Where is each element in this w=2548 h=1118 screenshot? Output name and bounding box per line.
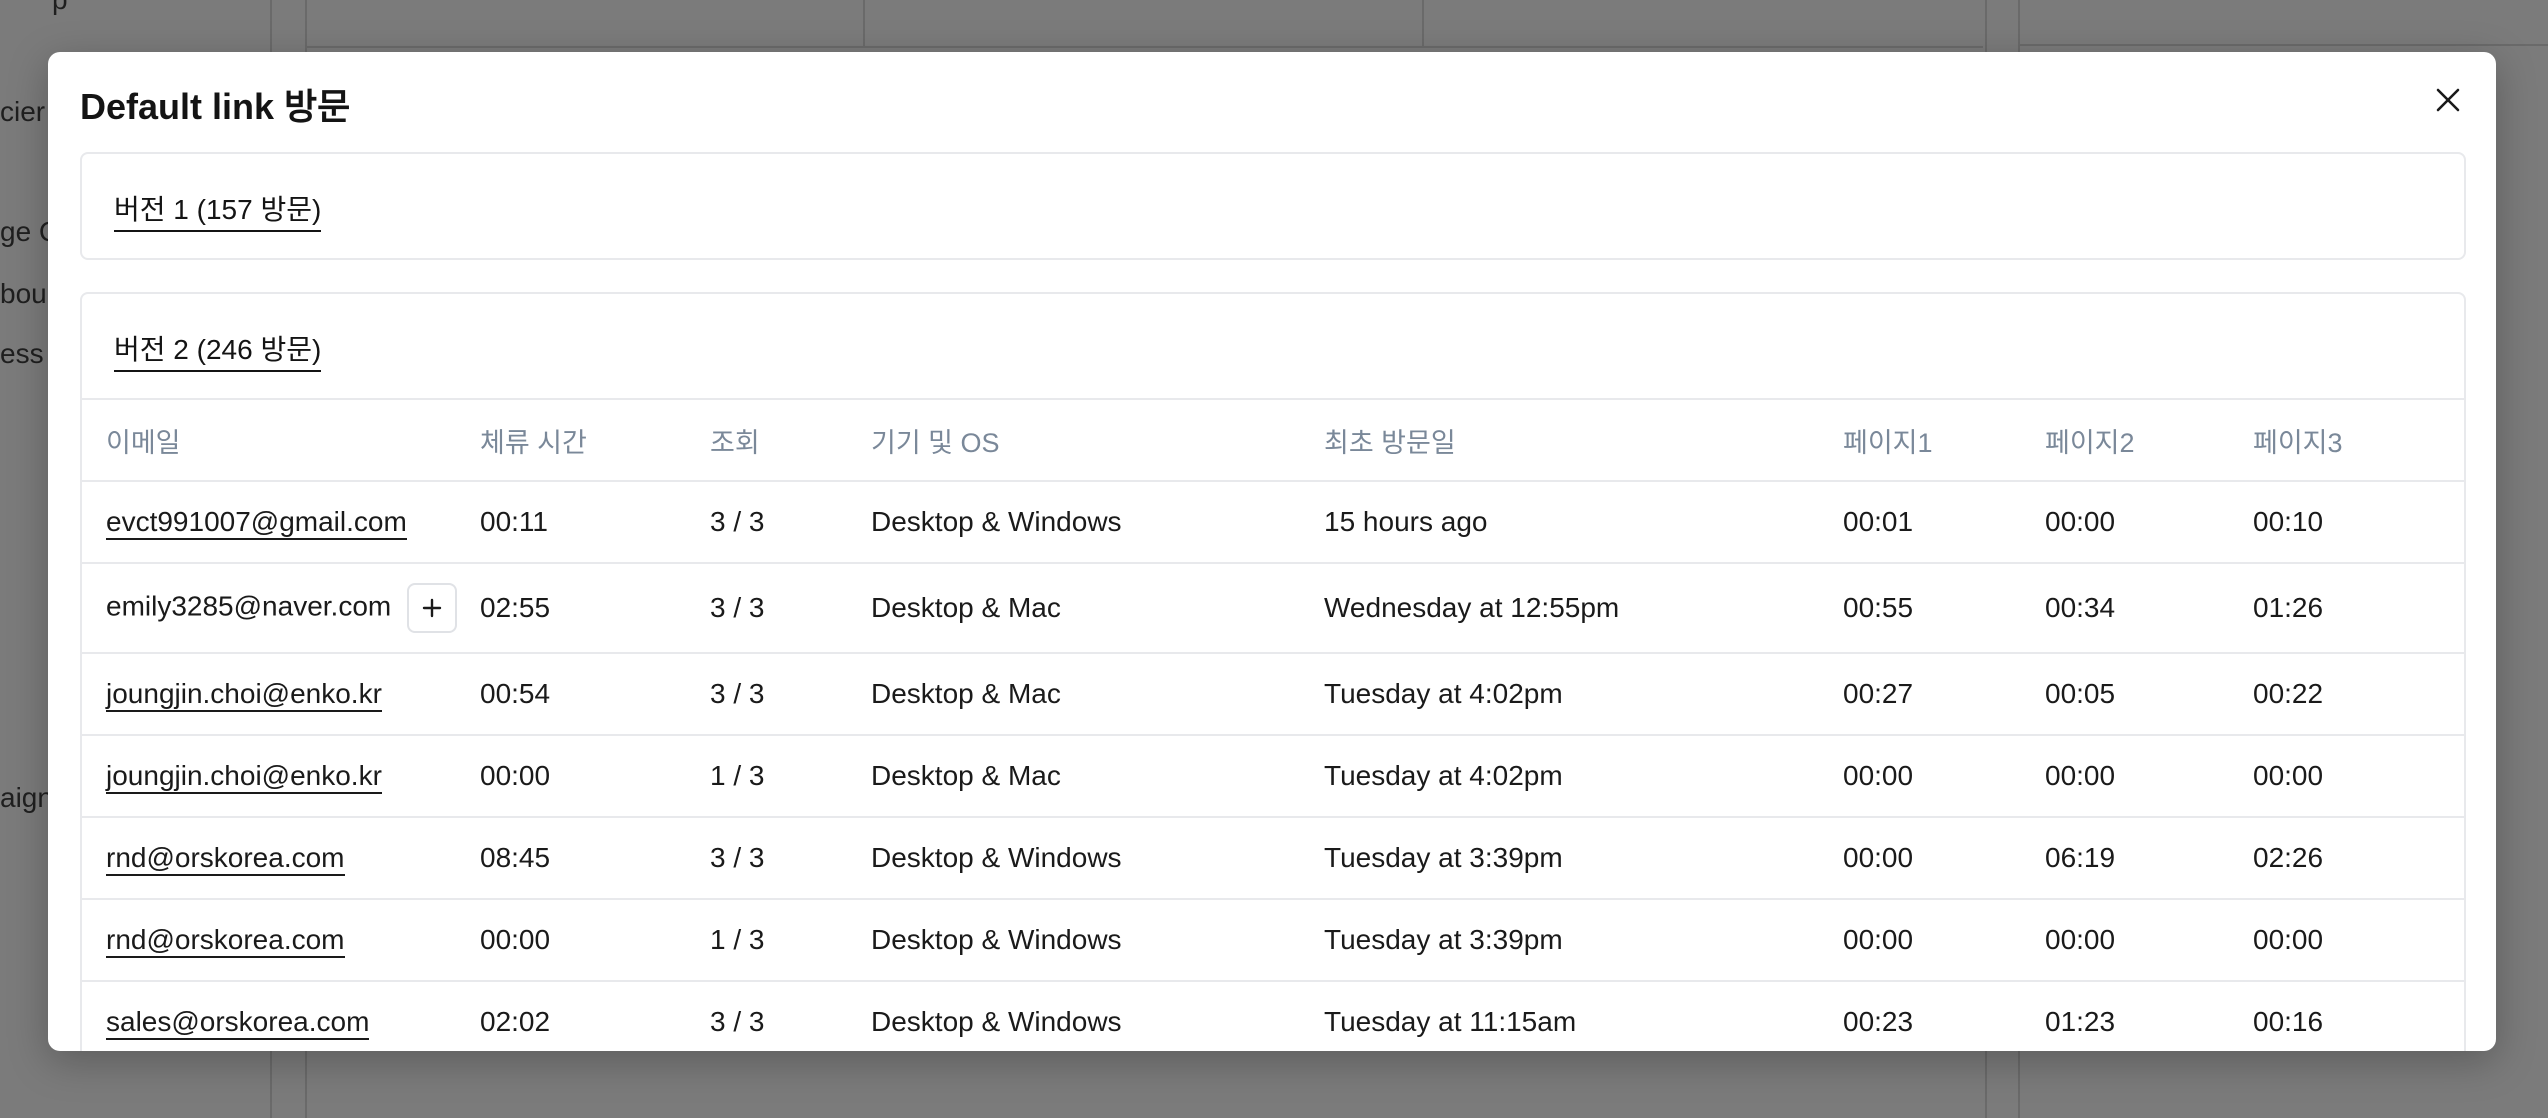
page1-cell: 00:00 [1843, 817, 2045, 900]
visitor-email-link[interactable]: joungjin.choi@enko.kr [106, 678, 382, 712]
views-cell: 3 / 3 [710, 481, 871, 564]
page3-cell: 02:26 [2253, 817, 2464, 900]
background-sidebar-item: p [52, 0, 68, 16]
table-header-row: 이메일 체류 시간 조회 기기 및 OS 최초 방문일 페이지1 페이지2 페이… [82, 398, 2464, 482]
page1-cell: 00:00 [1843, 899, 2045, 982]
duration-cell: 00:54 [480, 653, 710, 736]
page3-cell: 01:26 [2253, 563, 2464, 654]
add-contact-button[interactable] [407, 583, 458, 633]
visitor-email-link[interactable]: evct991007@gmail.com [106, 506, 407, 540]
page2-cell: 00:34 [2045, 563, 2253, 654]
column-header-page1: 페이지1 [1843, 398, 2045, 482]
page3-cell: 00:10 [2253, 481, 2464, 564]
version-1-toggle[interactable]: 버전 1 (157 방문) [114, 188, 322, 232]
page3-cell: 00:00 [2253, 899, 2464, 982]
duration-cell: 00:11 [480, 481, 710, 564]
version-2-toggle[interactable]: 버전 2 (246 방문) [114, 328, 322, 372]
table-row: evct991007@gmail.com 00:11 3 / 3 Desktop… [82, 481, 2464, 564]
duration-cell: 00:00 [480, 735, 710, 818]
page1-cell: 00:00 [1843, 735, 2045, 818]
column-header-duration: 체류 시간 [480, 398, 710, 482]
table-row: emily3285@naver.com 02:55 3 / 3 Desktop … [82, 563, 2464, 654]
table-row: sales@orskorea.com 02:02 3 / 3 Desktop &… [82, 981, 2464, 1051]
device-cell: Desktop & Windows [871, 899, 1324, 982]
device-cell: Desktop & Mac [871, 653, 1324, 736]
duration-cell: 02:55 [480, 563, 710, 654]
table-row: joungjin.choi@enko.kr 00:00 1 / 3 Deskto… [82, 735, 2464, 818]
page1-cell: 00:23 [1843, 981, 2045, 1051]
device-cell: Desktop & Windows [871, 981, 1324, 1051]
page2-cell: 00:00 [2045, 899, 2253, 982]
page2-cell: 06:19 [2045, 817, 2253, 900]
page1-cell: 00:55 [1843, 563, 2045, 654]
duration-cell: 00:00 [480, 899, 710, 982]
visits-modal: Default link 방문 버전 1 (157 방문) 버전 2 (246 … [48, 52, 2496, 1051]
page2-cell: 00:00 [2045, 735, 2253, 818]
column-header-first-visit: 최초 방문일 [1324, 398, 1843, 482]
version-1-card: 버전 1 (157 방문) [80, 152, 2466, 260]
views-cell: 3 / 3 [710, 653, 871, 736]
column-header-device: 기기 및 OS [871, 398, 1324, 482]
background-sidebar-item: bou [0, 278, 47, 309]
version-2-card: 버전 2 (246 방문) 이메일 체류 시간 조회 기기 및 OS 최초 방문… [80, 292, 2466, 1051]
table-row: joungjin.choi@enko.kr 00:54 3 / 3 Deskto… [82, 653, 2464, 736]
modal-title: Default link 방문 [80, 86, 351, 127]
visitor-email-link[interactable]: rnd@orskorea.com [106, 924, 345, 958]
visitor-email: emily3285@naver.com [106, 590, 392, 622]
page3-cell: 00:16 [2253, 981, 2464, 1051]
device-cell: Desktop & Mac [871, 563, 1324, 654]
plus-icon [423, 598, 442, 618]
background-sidebar-item: aign [0, 782, 53, 813]
views-cell: 3 / 3 [710, 817, 871, 900]
first-visit-cell: Tuesday at 3:39pm [1324, 899, 1843, 982]
column-header-email: 이메일 [82, 398, 480, 482]
device-cell: Desktop & Windows [871, 481, 1324, 564]
duration-cell: 02:02 [480, 981, 710, 1051]
page2-cell: 00:05 [2045, 653, 2253, 736]
background-stat-cards [305, 0, 1983, 48]
device-cell: Desktop & Windows [871, 817, 1324, 900]
visitor-email-link[interactable]: sales@orskorea.com [106, 1006, 370, 1040]
background-sidebar-item: cier [0, 96, 46, 127]
duration-cell: 08:45 [480, 817, 710, 900]
table-row: rnd@orskorea.com 00:00 1 / 3 Desktop & W… [82, 899, 2464, 982]
column-header-page3: 페이지3 [2253, 398, 2464, 482]
views-cell: 3 / 3 [710, 981, 871, 1051]
views-cell: 1 / 3 [710, 899, 871, 982]
page1-cell: 00:01 [1843, 481, 2045, 564]
background-sidebar-item: ess [0, 338, 44, 369]
first-visit-cell: 15 hours ago [1324, 481, 1843, 564]
table-row: rnd@orskorea.com 08:45 3 / 3 Desktop & W… [82, 817, 2464, 900]
first-visit-cell: Tuesday at 4:02pm [1324, 653, 1843, 736]
visits-table: 이메일 체류 시간 조회 기기 및 OS 최초 방문일 페이지1 페이지2 페이… [82, 398, 2464, 1051]
column-header-page2: 페이지2 [2045, 398, 2253, 482]
first-visit-cell: Tuesday at 4:02pm [1324, 735, 1843, 818]
column-header-views: 조회 [710, 398, 871, 482]
first-visit-cell: Wednesday at 12:55pm [1324, 563, 1843, 654]
close-icon [2436, 88, 2460, 112]
page1-cell: 00:27 [1843, 653, 2045, 736]
first-visit-cell: Tuesday at 3:39pm [1324, 817, 1843, 900]
views-cell: 1 / 3 [710, 735, 871, 818]
device-cell: Desktop & Mac [871, 735, 1324, 818]
views-cell: 3 / 3 [710, 563, 871, 654]
page2-cell: 00:00 [2045, 481, 2253, 564]
close-button[interactable] [2422, 74, 2474, 126]
visitor-email-link[interactable]: joungjin.choi@enko.kr [106, 760, 382, 794]
page2-cell: 01:23 [2045, 981, 2253, 1051]
visitor-email-link[interactable]: rnd@orskorea.com [106, 842, 345, 876]
page3-cell: 00:22 [2253, 653, 2464, 736]
first-visit-cell: Tuesday at 11:15am [1324, 981, 1843, 1051]
page3-cell: 00:00 [2253, 735, 2464, 818]
